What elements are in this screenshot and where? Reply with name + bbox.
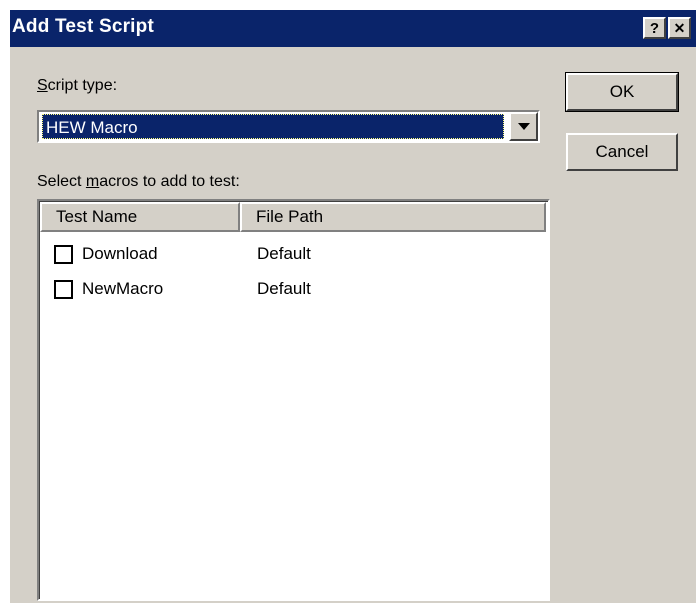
script-type-value: HEW Macro [42,114,504,139]
chevron-down-icon [517,122,530,130]
macros-list[interactable]: Test Name File Path Download Default New… [37,199,550,601]
help-icon: ? [649,19,660,37]
cancel-button[interactable]: Cancel [566,133,678,171]
close-button[interactable]: ✕ [668,17,691,39]
help-button[interactable]: ? [643,17,666,39]
list-item[interactable]: Download Default [40,242,545,272]
checkbox-newmacro[interactable] [54,280,73,299]
checkbox-download[interactable] [54,245,73,264]
title-bar: Add Test Script ? ✕ [10,10,696,47]
script-type-label-mnemonic: S [37,77,48,94]
macros-label-part2: acros to add to test: [99,173,240,190]
test-name-cell: Download [82,244,158,263]
file-path-cell: Default [257,279,311,298]
column-header-file-path[interactable]: File Path [240,202,546,232]
dialog-title: Add Test Script [12,16,154,37]
script-type-dropdown-button[interactable] [509,112,538,141]
macros-label-mnemonic: m [85,173,100,190]
macros-label-part1: Select [37,173,86,190]
close-icon: ✕ [673,19,686,36]
script-type-label: Script type: [37,77,117,95]
test-name-cell: NewMacro [82,279,164,298]
column-header-test-name[interactable]: Test Name [40,202,240,232]
macros-list-body: Test Name File Path Download Default New… [39,201,548,599]
add-test-script-dialog: Add Test Script ? ✕ Script type: HEW Mac… [10,10,696,603]
file-path-cell: Default [257,244,311,263]
ok-button[interactable]: OK [565,72,679,112]
script-type-label-rest: cript type: [47,77,118,94]
list-item[interactable]: NewMacro Default [40,277,545,307]
script-type-combobox[interactable]: HEW Macro [37,110,540,143]
macros-label: Select macros to add to test: [37,173,240,191]
